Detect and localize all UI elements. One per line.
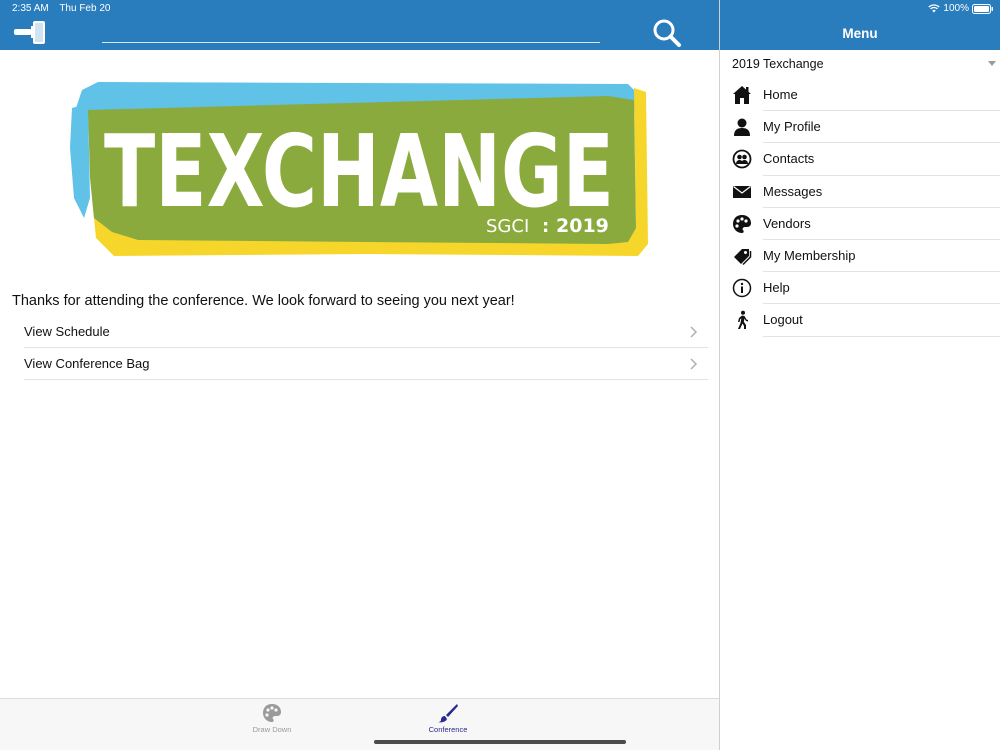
menu-item-contacts-label: Contacts [763, 151, 815, 167]
palette-icon [733, 214, 751, 233]
view-conference-bag-label: View Conference Bag [24, 356, 150, 371]
search-field-underline[interactable] [102, 42, 600, 43]
menu-item-home-label: Home [763, 87, 798, 102]
walking-person-icon [738, 311, 748, 330]
battery-percent: 100% [943, 3, 969, 14]
menu-header: 100% Menu [720, 0, 1000, 50]
brush-icon [438, 704, 458, 723]
menu-item-logout[interactable]: Logout [720, 304, 1000, 337]
side-menu: 100% Menu 2019 Texchange Home My Profile… [720, 0, 1000, 750]
top-bar: 2:35 AM Thu Feb 20 [0, 0, 720, 50]
wifi-icon [928, 4, 941, 13]
menu-item-my-profile[interactable]: My Profile [720, 111, 1000, 144]
envelope-icon [733, 185, 751, 198]
search-button[interactable] [652, 18, 682, 48]
menu-title: Menu [842, 26, 878, 41]
tab-conference[interactable]: Conference [408, 703, 488, 739]
menu-item-home[interactable]: Home [720, 79, 1000, 112]
search-icon [653, 19, 681, 47]
chevron-right-icon [690, 357, 698, 370]
home-icon [733, 86, 751, 104]
texchange-logo: TEXCHANGE SGCI : 2019 [68, 78, 652, 260]
main-pane: 2:35 AM Thu Feb 20 TEXCHANGE SGCI: 2019… [0, 0, 720, 750]
logo-year: 2019 [556, 215, 609, 237]
thanks-message: Thanks for attending the conference. We … [12, 293, 515, 309]
menu-item-my-membership[interactable]: My Membership [720, 240, 1000, 273]
status-bar-right: 100% [928, 3, 994, 14]
menu-list: Home My Profile Contacts Messages Vendor… [720, 79, 1000, 337]
paint-roller-menu-button[interactable] [14, 20, 46, 46]
contacts-icon [732, 149, 752, 169]
menu-item-messages-label: Messages [763, 183, 823, 199]
menu-item-help-label: Help [763, 280, 790, 296]
tab-draw-down[interactable]: Draw Down [232, 703, 312, 739]
caret-down-icon [988, 61, 996, 66]
menu-item-my-profile-label: My Profile [763, 119, 821, 135]
menu-item-contacts[interactable]: Contacts [720, 143, 1000, 176]
logo-org: SGCI [486, 216, 529, 237]
menu-item-vendors[interactable]: Vendors [720, 208, 1000, 240]
menu-item-help[interactable]: Help [720, 272, 1000, 305]
paint-roller-icon [14, 21, 45, 44]
view-schedule-row[interactable]: View Schedule [24, 316, 708, 348]
conference-selector[interactable]: 2019 Texchange [732, 57, 998, 75]
home-indicator[interactable] [374, 740, 626, 744]
menu-item-logout-label: Logout [763, 312, 803, 328]
person-icon [734, 118, 750, 137]
palette-icon [263, 704, 281, 722]
logo-wordmark: TEXCHANGE [104, 113, 614, 230]
tab-draw-down-label: Draw Down [252, 725, 292, 734]
view-schedule-label: View Schedule [24, 324, 110, 339]
tags-icon [734, 248, 752, 265]
battery-icon [972, 3, 993, 14]
status-date: Thu Feb 20 [59, 3, 111, 14]
chevron-right-icon [690, 325, 698, 338]
tab-conference-label: Conference [428, 725, 468, 734]
info-icon [732, 278, 752, 298]
logo-separator: : [542, 216, 549, 237]
view-conference-bag-row[interactable]: View Conference Bag [24, 348, 708, 380]
status-time: 2:35 AM [12, 3, 49, 14]
conference-nav-list: View Schedule View Conference Bag [24, 316, 708, 380]
conference-selector-value: 2019 Texchange [732, 57, 824, 71]
menu-item-my-membership-label: My Membership [763, 247, 856, 263]
menu-item-vendors-label: Vendors [763, 215, 811, 231]
menu-item-messages[interactable]: Messages [720, 176, 1000, 208]
status-bar-left: 2:35 AM Thu Feb 20 [12, 3, 118, 14]
